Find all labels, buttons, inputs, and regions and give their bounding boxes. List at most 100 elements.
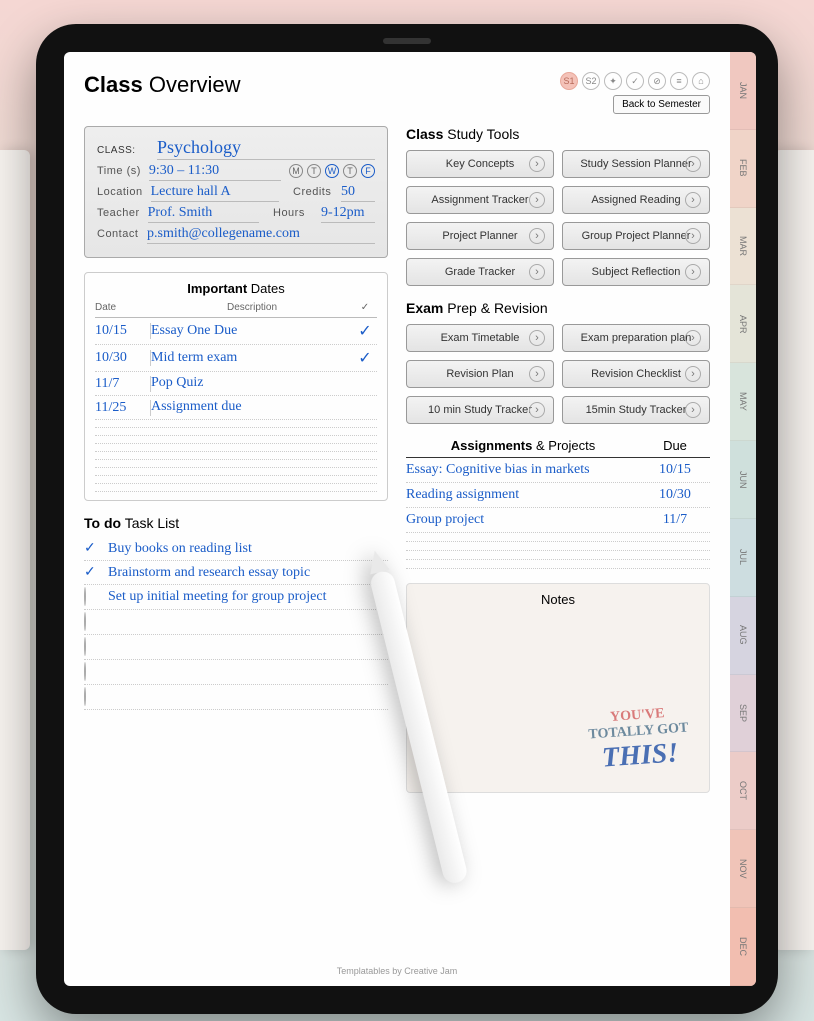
exam-tool-button[interactable]: Exam Timetable bbox=[406, 324, 554, 352]
date-value: 10/15 bbox=[95, 323, 151, 339]
checkmark-icon[interactable]: ✓ bbox=[353, 321, 377, 341]
exam-tool-button[interactable]: 15min Study Tracker bbox=[562, 396, 710, 424]
exam-prep-title: Exam Prep & Revision bbox=[406, 300, 710, 316]
month-tab-may[interactable]: MAY bbox=[730, 363, 756, 441]
unchecked-icon[interactable] bbox=[84, 638, 100, 656]
date-row[interactable] bbox=[95, 460, 377, 468]
month-tab-nov[interactable]: NOV bbox=[730, 830, 756, 908]
date-row[interactable] bbox=[95, 436, 377, 444]
month-tab-apr[interactable]: APR bbox=[730, 285, 756, 363]
study-tool-button[interactable]: Assignment Tracker bbox=[406, 186, 554, 214]
assignments-box: Assignments & Projects Due Essay: Cognit… bbox=[406, 438, 710, 569]
month-tab-feb[interactable]: FEB bbox=[730, 130, 756, 208]
header-icon-2[interactable]: ✦ bbox=[604, 72, 622, 90]
study-tool-button[interactable]: Group Project Planner bbox=[562, 222, 710, 250]
header-icon-5[interactable]: ≡ bbox=[670, 72, 688, 90]
date-row[interactable] bbox=[95, 468, 377, 476]
checkmark-icon[interactable]: ✓ bbox=[84, 564, 100, 581]
month-tabs: JANFEBMARAPRMAYJUNJULAUGSEPOCTNOVDEC bbox=[730, 52, 756, 986]
study-tool-button[interactable]: Key Concepts bbox=[406, 150, 554, 178]
date-row[interactable]: 11/25Assignment due bbox=[95, 396, 377, 420]
day-toggle-w2[interactable]: W bbox=[325, 164, 339, 178]
todo-row[interactable] bbox=[84, 685, 388, 710]
unchecked-icon[interactable] bbox=[84, 663, 100, 681]
day-toggle-m0[interactable]: M bbox=[289, 164, 303, 178]
study-tool-button[interactable]: Grade Tracker bbox=[406, 258, 554, 286]
time-value[interactable]: 9:30 – 11:30 bbox=[149, 163, 281, 181]
month-tab-jan[interactable]: JAN bbox=[730, 52, 756, 130]
background-planner-left bbox=[0, 150, 30, 950]
class-name-value[interactable]: Psychology bbox=[157, 137, 375, 160]
credits-value[interactable]: 50 bbox=[341, 184, 375, 202]
exam-tool-button[interactable]: Revision Checklist bbox=[562, 360, 710, 388]
study-tool-button[interactable]: Study Session Planner bbox=[562, 150, 710, 178]
date-value: 11/7 bbox=[95, 376, 151, 392]
assignment-row[interactable] bbox=[406, 551, 710, 560]
checkmark-icon[interactable]: ✓ bbox=[353, 348, 377, 368]
day-toggle-t3[interactable]: T bbox=[343, 164, 357, 178]
day-toggle-f4[interactable]: F bbox=[361, 164, 375, 178]
assignment-row[interactable]: Reading assignment10/30 bbox=[406, 483, 710, 508]
date-row[interactable] bbox=[95, 428, 377, 436]
todo-row[interactable]: ✓Brainstorm and research essay topic bbox=[84, 561, 388, 585]
assignment-row[interactable] bbox=[406, 542, 710, 551]
month-tab-oct[interactable]: OCT bbox=[730, 752, 756, 830]
assignment-row[interactable] bbox=[406, 533, 710, 542]
todo-row[interactable] bbox=[84, 635, 388, 660]
todo-row[interactable] bbox=[84, 610, 388, 635]
assignments-title: Assignments & Projects bbox=[406, 438, 640, 453]
month-tab-aug[interactable]: AUG bbox=[730, 597, 756, 675]
date-row[interactable] bbox=[95, 476, 377, 484]
exam-tool-button[interactable]: Revision Plan bbox=[406, 360, 554, 388]
header-icon-4[interactable]: ⊘ bbox=[648, 72, 666, 90]
study-tool-button[interactable]: Project Planner bbox=[406, 222, 554, 250]
month-tab-jun[interactable]: JUN bbox=[730, 441, 756, 519]
back-to-semester-button[interactable]: Back to Semester bbox=[613, 95, 710, 114]
todo-row[interactable]: Set up initial meeting for group project bbox=[84, 585, 388, 610]
footer-credit: Templatables by Creative Jam bbox=[84, 966, 710, 976]
notes-box[interactable]: Notes YOU'VE TOTALLY GOT THIS! bbox=[406, 583, 710, 793]
date-description: Assignment due bbox=[151, 399, 353, 416]
date-row[interactable]: 10/15Essay One Due✓ bbox=[95, 318, 377, 345]
month-tab-sep[interactable]: SEP bbox=[730, 675, 756, 753]
date-row[interactable] bbox=[95, 420, 377, 428]
todo-row[interactable] bbox=[84, 660, 388, 685]
date-description bbox=[151, 471, 353, 472]
unchecked-icon[interactable] bbox=[84, 613, 100, 631]
header-icon-0[interactable]: S1 bbox=[560, 72, 578, 90]
header-icon-6[interactable]: ⌂ bbox=[692, 72, 710, 90]
todo-row[interactable]: ✓Buy books on reading list bbox=[84, 537, 388, 561]
assignment-row[interactable]: Essay: Cognitive bias in markets10/15 bbox=[406, 458, 710, 483]
page-title: Class Overview bbox=[84, 72, 241, 98]
month-tab-jul[interactable]: JUL bbox=[730, 519, 756, 597]
location-value[interactable]: Lecture hall A bbox=[151, 184, 279, 202]
exam-tool-button[interactable]: 10 min Study Tracker bbox=[406, 396, 554, 424]
assignment-row[interactable]: Group project11/7 bbox=[406, 508, 710, 533]
contact-value[interactable]: p.smith@collegename.com bbox=[147, 226, 375, 244]
month-tab-dec[interactable]: DEC bbox=[730, 908, 756, 986]
teacher-label: Teacher bbox=[97, 207, 140, 219]
checkmark-icon[interactable]: ✓ bbox=[84, 540, 100, 557]
date-row[interactable] bbox=[95, 452, 377, 460]
date-row[interactable] bbox=[95, 444, 377, 452]
unchecked-icon[interactable] bbox=[84, 588, 100, 606]
date-description bbox=[151, 479, 353, 480]
unchecked-icon[interactable] bbox=[84, 688, 100, 706]
location-label: Location bbox=[97, 186, 143, 198]
date-row[interactable]: 11/7Pop Quiz bbox=[95, 372, 377, 396]
date-row[interactable] bbox=[95, 484, 377, 492]
day-toggle-t1[interactable]: T bbox=[307, 164, 321, 178]
header-icon-1[interactable]: S2 bbox=[582, 72, 600, 90]
hours-value[interactable]: 9-12pm bbox=[321, 205, 375, 223]
assignment-row[interactable] bbox=[406, 560, 710, 569]
date-description: Pop Quiz bbox=[151, 375, 353, 392]
date-value: 10/30 bbox=[95, 350, 151, 366]
study-tool-button[interactable]: Subject Reflection bbox=[562, 258, 710, 286]
exam-tool-button[interactable]: Exam preparation plan bbox=[562, 324, 710, 352]
date-description: Mid term exam bbox=[151, 350, 353, 367]
month-tab-mar[interactable]: MAR bbox=[730, 208, 756, 286]
date-row[interactable]: 10/30Mid term exam✓ bbox=[95, 345, 377, 372]
study-tool-button[interactable]: Assigned Reading bbox=[562, 186, 710, 214]
header-icon-3[interactable]: ✓ bbox=[626, 72, 644, 90]
teacher-value[interactable]: Prof. Smith bbox=[148, 205, 259, 223]
